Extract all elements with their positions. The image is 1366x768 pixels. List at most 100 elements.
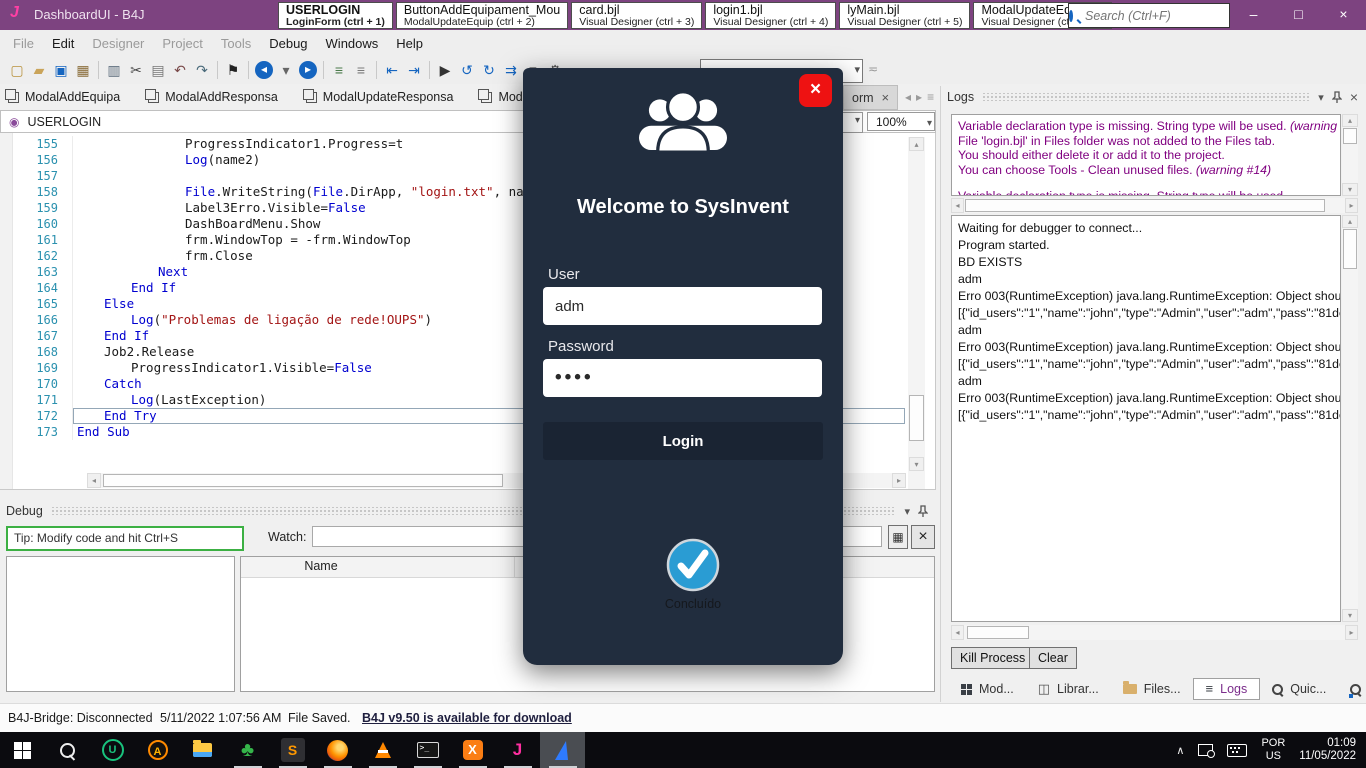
tab-list-icon[interactable]: ≡	[927, 90, 934, 104]
language-indicator[interactable]: POR US	[1261, 737, 1285, 763]
tab-scroll-right-icon[interactable]: ▸	[916, 90, 922, 104]
back-history-dropdown-icon[interactable]: ▾	[275, 60, 297, 80]
module-selector[interactable]: USERLOGIN	[27, 115, 101, 129]
line-number[interactable]: 157	[0, 168, 72, 184]
login-button[interactable]: Login	[543, 422, 823, 460]
panel-menu-icon[interactable]: ▾	[1318, 91, 1324, 104]
line-number[interactable]: 173	[0, 424, 72, 440]
file-explorer-icon[interactable]	[180, 732, 225, 768]
toolbar-overflow-icon[interactable]: ≂	[868, 62, 878, 76]
scrollbar-thumb[interactable]	[909, 395, 924, 441]
paste-icon[interactable]: ▤	[147, 60, 169, 80]
run-icon[interactable]: ▶	[434, 60, 456, 80]
minimize-button[interactable]: –	[1231, 0, 1276, 30]
scroll-down-icon[interactable]: ▾	[1342, 609, 1358, 622]
panel-tab-find[interactable]: Find...	[1338, 679, 1366, 699]
copy-icon[interactable]: ▥	[103, 60, 125, 80]
navigate-back-icon[interactable]: ◂	[255, 61, 273, 79]
scroll-left-icon[interactable]: ◂	[87, 473, 101, 488]
menu-file[interactable]: File	[4, 36, 43, 51]
editor-shortcut-tab-4[interactable]: login1.bjlVisual Designer (ctrl + 4)	[705, 2, 836, 29]
panel-tab-librar[interactable]: ◫Librar...	[1026, 679, 1111, 699]
line-number[interactable]: 167	[0, 328, 72, 344]
scroll-right-icon[interactable]: ▸	[1345, 198, 1358, 213]
scroll-down-icon[interactable]: ▾	[909, 457, 924, 471]
scroll-left-icon[interactable]: ◂	[951, 625, 964, 640]
start-button[interactable]	[0, 732, 45, 768]
undo-icon[interactable]: ↶	[169, 60, 191, 80]
editor-vertical-scrollbar[interactable]: ▴ ▾	[908, 137, 925, 490]
line-number[interactable]: 165	[0, 296, 72, 312]
scroll-left-icon[interactable]: ◂	[951, 198, 964, 213]
designer-tab-modalupdateresponsa[interactable]: ModalUpdateResponsa	[306, 90, 454, 104]
debug-variables-box[interactable]	[6, 556, 235, 692]
password-input[interactable]	[543, 359, 822, 397]
line-number[interactable]: 156	[0, 152, 72, 168]
tray-expand-icon[interactable]: ∧	[1176, 744, 1184, 757]
clock[interactable]: 01:09 11/05/2022	[1299, 737, 1356, 763]
editor-shortcut-tab-2[interactable]: ButtonAddEquipament_MouModalUpdateEquip …	[396, 2, 568, 29]
resume-icon[interactable]: ⇉	[500, 60, 522, 80]
scroll-down-icon[interactable]: ▾	[1342, 183, 1358, 196]
navigate-forward-icon[interactable]: ▸	[299, 61, 317, 79]
scrollbar-thumb[interactable]	[1343, 128, 1357, 144]
package-icon[interactable]: ▦	[72, 60, 94, 80]
scroll-right-icon[interactable]: ▸	[1345, 625, 1358, 640]
firefox-icon[interactable]	[315, 732, 360, 768]
line-number[interactable]: 164	[0, 280, 72, 296]
editor-shortcut-tab-5[interactable]: lyMain.bjlVisual Designer (ctrl + 5)	[839, 2, 970, 29]
pin-icon[interactable]	[1332, 91, 1342, 104]
bookmark-icon[interactable]: ⚑	[222, 60, 244, 80]
indent-icon[interactable]: ⇥	[403, 60, 425, 80]
menu-help[interactable]: Help	[387, 36, 432, 51]
menu-tools[interactable]: Tools	[212, 36, 260, 51]
editor-zoom-combo[interactable]: 100%▾	[867, 112, 935, 131]
line-number[interactable]: 160	[0, 216, 72, 232]
clear-watch-button[interactable]: ×	[911, 525, 935, 549]
dialog-close-button[interactable]: ×	[799, 74, 832, 107]
tab-scroll-left-icon[interactable]: ◂	[905, 90, 911, 104]
open-file-icon[interactable]: ▰	[28, 60, 50, 80]
warnings-horizontal-scrollbar[interactable]: ◂ ▸	[951, 198, 1358, 213]
panel-tab-logs[interactable]: ≡Logs	[1193, 678, 1261, 700]
sublime-text-icon[interactable]: S	[270, 732, 315, 768]
panel-tab-files[interactable]: Files...	[1111, 679, 1193, 699]
designer-tab-modaladdresponsa[interactable]: ModalAddResponsa	[148, 90, 278, 104]
new-file-icon[interactable]: ▢	[6, 60, 28, 80]
scrollbar-thumb[interactable]	[1343, 229, 1357, 269]
menu-edit[interactable]: Edit	[43, 36, 83, 51]
line-number[interactable]: 169	[0, 360, 72, 376]
xampp-icon[interactable]: X	[450, 732, 495, 768]
editor-shortcut-tab-1[interactable]: USERLOGINLoginForm (ctrl + 1)	[278, 2, 393, 29]
line-number[interactable]: 155	[0, 136, 72, 152]
comment-icon[interactable]: ≡	[328, 60, 350, 80]
menu-project[interactable]: Project	[153, 36, 211, 51]
line-number[interactable]: 159	[0, 200, 72, 216]
scroll-up-icon[interactable]: ▴	[1342, 114, 1358, 127]
outdent-icon[interactable]: ⇤	[381, 60, 403, 80]
redo-icon[interactable]: ↷	[191, 60, 213, 80]
menu-windows[interactable]: Windows	[317, 36, 388, 51]
scroll-up-icon[interactable]: ▴	[909, 137, 924, 151]
scroll-right-icon[interactable]: ▸	[892, 473, 906, 488]
close-panel-icon[interactable]: ×	[1350, 89, 1358, 105]
pin-icon[interactable]	[918, 505, 928, 518]
line-number[interactable]: 163	[0, 264, 72, 280]
scrollbar-thumb[interactable]	[103, 474, 503, 487]
clover-icon[interactable]: ♣	[225, 732, 270, 768]
search-input[interactable]	[1081, 9, 1252, 23]
scrollbar-thumb[interactable]	[965, 199, 1325, 212]
uncomment-icon[interactable]: ≡	[350, 60, 372, 80]
editor-shortcut-tab-3[interactable]: card.bjlVisual Designer (ctrl + 3)	[571, 2, 702, 29]
panel-tab-quic[interactable]: Quic...	[1260, 679, 1338, 699]
column-divider[interactable]	[514, 557, 515, 577]
aimp-icon[interactable]: A	[135, 732, 180, 768]
line-number[interactable]: 171	[0, 392, 72, 408]
line-number[interactable]: 170	[0, 376, 72, 392]
step-into-icon[interactable]: ↺	[456, 60, 478, 80]
line-number[interactable]: 168	[0, 344, 72, 360]
active-app-icon[interactable]	[540, 732, 585, 768]
menu-debug[interactable]: Debug	[260, 36, 316, 51]
close-tab-icon[interactable]: ×	[882, 90, 890, 105]
line-number[interactable]: 158	[0, 184, 72, 200]
